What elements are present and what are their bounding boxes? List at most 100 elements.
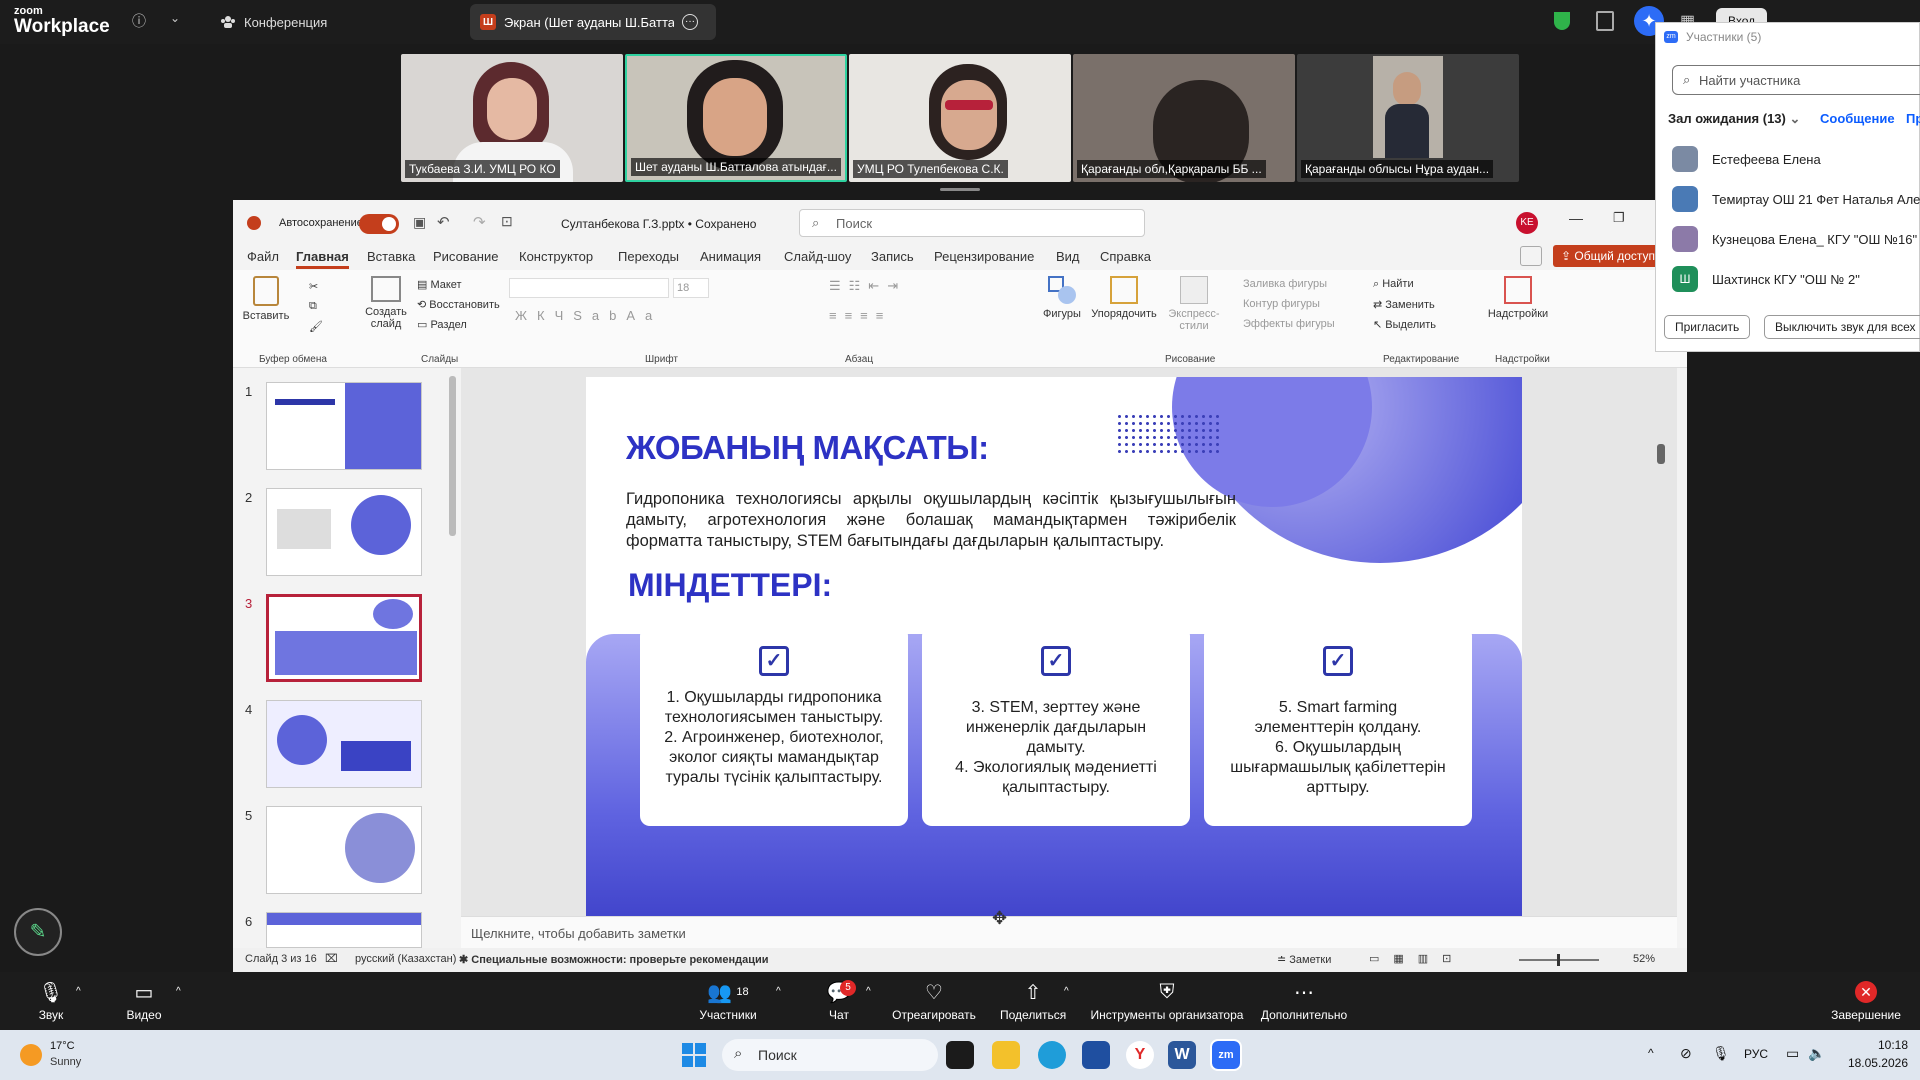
notes-toggle[interactable]: ≐ Заметки — [1277, 953, 1331, 966]
tab-help[interactable]: Справка — [1100, 249, 1151, 264]
weather-condition[interactable]: Sunny — [50, 1056, 81, 1068]
format-painter-icon[interactable]: 🖌 — [309, 320, 323, 333]
shield-icon[interactable] — [1554, 12, 1570, 30]
volume-icon[interactable]: 🔈 — [1808, 1045, 1825, 1062]
network-icon[interactable]: ⊘ — [1680, 1045, 1692, 1062]
gallery-resize-handle[interactable] — [940, 188, 980, 191]
mute-all-button[interactable]: Выключить звук для всех — [1764, 315, 1920, 339]
select-button[interactable]: ↖ Выделить — [1373, 318, 1436, 331]
host-tools-button[interactable]: ⛨ Инструменты организатора — [1090, 980, 1244, 1023]
tab-animations[interactable]: Анимация — [700, 249, 761, 264]
proofing-icon[interactable]: ⌧ — [325, 952, 338, 965]
copy-icon[interactable]: ⧉ — [309, 300, 317, 313]
align-buttons[interactable]: ≡≡≡≡ — [829, 308, 891, 323]
section-button[interactable]: ▭ Раздел — [417, 318, 467, 331]
slide-thumbnail-4[interactable] — [266, 700, 422, 788]
font-size-input[interactable]: 18 — [673, 278, 709, 298]
shape-fill-button[interactable]: Заливка фигуры — [1243, 278, 1327, 290]
participants-chevron-icon[interactable]: ^ — [776, 986, 781, 997]
font-name-input[interactable] — [509, 278, 669, 298]
input-language[interactable]: РУС — [1744, 1047, 1768, 1061]
more-button[interactable]: ⋯ Дополнительно — [1258, 980, 1350, 1023]
view-buttons[interactable]: ▭▦▥⊡ — [1369, 952, 1465, 965]
audio-options-chevron-icon[interactable]: ^ — [76, 986, 81, 997]
chat-chevron-icon[interactable]: ^ — [866, 986, 871, 997]
restore-icon[interactable]: ❐ — [1613, 210, 1625, 226]
slide-thumbnail-2[interactable] — [266, 488, 422, 576]
store-icon[interactable] — [1082, 1041, 1110, 1069]
shape-outline-button[interactable]: Контур фигуры — [1243, 298, 1320, 310]
weather-temperature[interactable]: 17°C — [50, 1040, 75, 1052]
replace-button[interactable]: ⇄ Заменить — [1373, 298, 1435, 311]
accessibility-status[interactable]: ✱ Специальные возможности: проверьте рек… — [459, 953, 769, 966]
tab-home[interactable]: Главная — [296, 249, 349, 269]
font-format-buttons[interactable]: ЖКЧSabAa — [515, 308, 662, 323]
edge-browser-icon[interactable] — [1038, 1041, 1066, 1069]
zoom-level[interactable]: 52% — [1633, 953, 1655, 965]
video-tile-5[interactable]: Қарағанды облысы Нұра аудан... — [1297, 54, 1519, 182]
task-view-icon[interactable] — [946, 1041, 974, 1069]
weather-sun-icon[interactable] — [20, 1044, 42, 1066]
minimize-icon[interactable]: — — [1569, 210, 1583, 226]
clock-time[interactable]: 10:18 — [1838, 1038, 1908, 1052]
message-all-button[interactable]: Сообщение — [1820, 111, 1895, 126]
admit-all-button[interactable]: При — [1906, 111, 1920, 126]
list-buttons[interactable]: ☰☷⇤⇥ — [829, 278, 906, 294]
tab-slideshow[interactable]: Слайд-шоу — [784, 249, 851, 264]
waiting-participant-1[interactable]: Естефеева Елена — [1672, 143, 1821, 175]
invite-button[interactable]: Пригласить — [1664, 315, 1751, 339]
present-icon[interactable]: ⊡ — [501, 213, 513, 230]
autosave-toggle[interactable] — [359, 214, 399, 234]
tab-view[interactable]: Вид — [1056, 249, 1080, 264]
user-avatar[interactable]: KE — [1516, 212, 1538, 234]
video-tile-2-active-speaker[interactable]: Шет ауданы Ш.Батталова атындағ... — [625, 54, 847, 182]
addins-button[interactable]: Надстройки — [1485, 276, 1551, 320]
new-slide-button[interactable]: Создать слайд — [363, 276, 409, 330]
share-screen-button[interactable]: ⇧ Поделиться — [1000, 980, 1066, 1023]
video-tile-1[interactable]: Тукбаева З.И. УМЦ РО КО — [401, 54, 623, 182]
tab-design[interactable]: Конструктор — [519, 249, 593, 264]
waiting-participant-3[interactable]: Кузнецова Елена_ КГУ "ОШ №16" г — [1672, 223, 1920, 255]
slide-thumbnail-3-selected[interactable] — [266, 594, 422, 682]
tab-insert[interactable]: Вставка — [367, 249, 415, 264]
cut-icon[interactable]: ✂ — [309, 280, 318, 293]
tab-file[interactable]: Файл — [247, 249, 279, 264]
thumbnails-scrollbar[interactable] — [449, 376, 456, 536]
slide-thumbnail-1[interactable] — [266, 382, 422, 470]
clock-date[interactable]: 18.05.2026 — [1838, 1056, 1908, 1070]
shape-effects-button[interactable]: Эффекты фигуры — [1243, 318, 1335, 330]
tab-conference[interactable]: Конференция — [210, 4, 337, 40]
display-icon[interactable]: ▭ — [1786, 1045, 1799, 1062]
annotate-pencil-icon[interactable]: ✎ — [14, 908, 62, 956]
find-button[interactable]: ⌕ Найти — [1373, 278, 1414, 291]
participant-search[interactable]: ⌕ Найти участника — [1672, 65, 1920, 95]
redo-icon[interactable]: ↷ — [473, 213, 486, 231]
participants-button[interactable]: 👥 18 Участники — [696, 980, 760, 1023]
zoom-app-icon[interactable]: zm — [1210, 1039, 1242, 1071]
tab-transitions[interactable]: Переходы — [618, 249, 679, 264]
tab-screen-share[interactable]: Ш Экран (Шет ауданы Ш.Батталова ··· — [470, 4, 716, 40]
file-name[interactable]: Султанбекова Г.З.pptx • Сохранено — [561, 217, 756, 231]
mic-tray-icon[interactable]: 🎙 — [1712, 1045, 1730, 1062]
quick-styles-button[interactable]: Экспресс-стили — [1163, 276, 1225, 332]
waiting-room-header[interactable]: Зал ожидания (13) ⌄ — [1668, 111, 1800, 127]
language-status[interactable]: русский (Казахстан) — [355, 953, 456, 965]
reset-button[interactable]: ⟲ Восстановить — [417, 298, 500, 311]
tab-record[interactable]: Запись — [871, 249, 914, 264]
paste-button[interactable]: Вставить — [241, 276, 291, 322]
end-meeting-button[interactable]: ✕ Завершение — [1830, 980, 1902, 1022]
shapes-button[interactable]: Фигуры — [1041, 276, 1083, 320]
slide-scrollbar-thumb[interactable] — [1657, 444, 1665, 464]
tab-review[interactable]: Рецензирование — [934, 249, 1034, 264]
yandex-browser-icon[interactable]: Y — [1126, 1041, 1154, 1069]
tab-draw[interactable]: Рисование — [433, 249, 498, 264]
waiting-participant-4[interactable]: Ш Шахтинск КГУ "ОШ № 2" — [1672, 263, 1860, 295]
more-icon[interactable]: ··· — [682, 14, 698, 30]
audio-button[interactable]: 🎙 Звук — [36, 980, 66, 1023]
undo-icon[interactable]: ↶ — [437, 213, 450, 231]
slide-thumbnail-5[interactable] — [266, 806, 422, 894]
layout-button[interactable]: ▤ Макет — [417, 278, 462, 291]
word-icon[interactable]: W — [1168, 1041, 1196, 1069]
notes-pane[interactable]: Щелкните, чтобы добавить заметки — [461, 916, 1677, 948]
share-chevron-icon[interactable]: ^ — [1064, 986, 1069, 997]
